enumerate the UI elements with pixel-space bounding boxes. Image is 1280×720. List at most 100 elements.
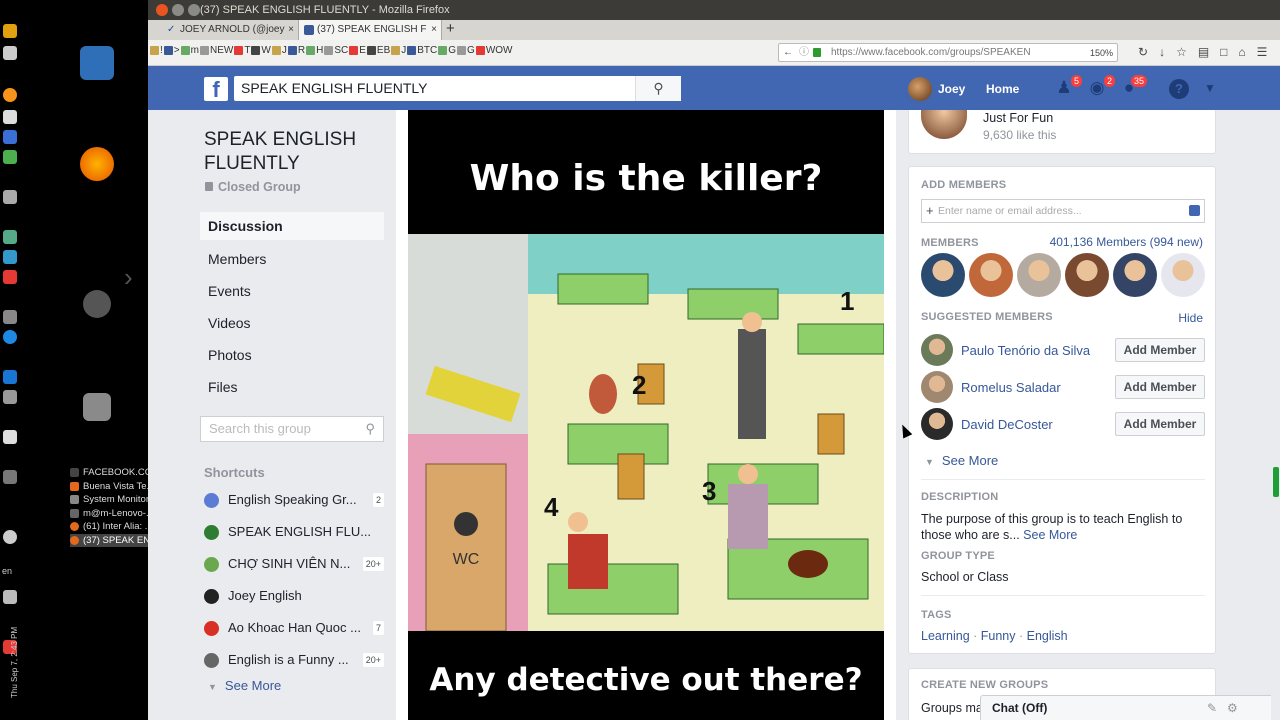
suggested-see-more[interactable]: ▼ See More [925,453,998,468]
tab-joey-arnold[interactable]: ✓ JOEY ARNOLD (@joey × [162,20,298,40]
bookmark-item[interactable]: W [251,45,271,56]
member-avatar[interactable] [969,253,1013,297]
facebook-logo-icon[interactable]: f [204,77,228,102]
info-icon[interactable]: ⓘ [799,44,809,61]
tag-link[interactable]: English [1027,629,1068,643]
wifi-icon[interactable] [3,530,17,544]
bookmark-item[interactable]: H [306,45,323,56]
scrollbar-thumb[interactable] [1273,467,1279,497]
shortcut-item[interactable]: English is a Funny ... 20+ [204,650,384,670]
menu-icon[interactable]: ☰ [1257,45,1268,59]
add-members-input[interactable]: + Enter name or email address... [921,199,1205,223]
search-icon[interactable]: ⚲ [365,417,375,441]
group-search-input[interactable]: Search this group ⚲ [200,416,384,442]
nav-discussion[interactable]: Discussion [200,212,384,240]
bookmark-item[interactable]: WOW [475,45,512,56]
nav-files[interactable]: Files [200,373,384,401]
reload-icon[interactable]: ↻ [1138,45,1148,59]
post-image[interactable]: Who is the killer? WC 1 2 3 4 Any detect… [408,110,884,720]
archive-icon[interactable] [83,393,111,421]
bookmark-item[interactable]: > [163,45,180,56]
friend-requests-icon[interactable]: ♟ 5 [1053,74,1083,98]
maximize-window-button[interactable] [188,4,200,16]
shortcut-item[interactable]: Ao Khoac Han Quoc ... 7 [204,618,384,638]
launcher-icon[interactable] [3,250,17,264]
bookmark-item[interactable]: E [349,45,366,56]
bookmark-item[interactable]: T [234,45,250,56]
suggested-member-name[interactable]: Romelus Saladar [961,380,1061,395]
help-icon[interactable]: ? [1169,79,1189,99]
chat-bar[interactable]: Chat (Off) ✎ ⚙ [980,695,1280,720]
page-scrollbar[interactable] [1271,110,1280,720]
launcher-icon[interactable] [3,330,17,344]
close-tab-icon[interactable]: × [288,20,294,40]
bookmark-item[interactable]: J [391,45,406,56]
members-count-link[interactable]: 401,136 Members (994 new) [1050,235,1203,249]
bookmark-item[interactable]: G [438,45,456,56]
close-window-button[interactable] [156,4,168,16]
add-member-button[interactable]: Add Member [1115,412,1205,436]
launcher-icon[interactable] [3,230,17,244]
launcher-icon[interactable] [3,190,17,204]
compose-icon[interactable]: ✎ [1207,696,1217,720]
page-avatar[interactable] [921,110,967,139]
launcher-icon[interactable] [3,46,17,60]
minimize-window-button[interactable] [172,4,184,16]
launcher-icon[interactable] [3,430,17,444]
language-indicator[interactable]: en [2,566,12,576]
bookmark-star-icon[interactable]: ☆ [1176,45,1187,59]
launcher-icon[interactable] [3,390,17,404]
home-icon[interactable]: ⌂ [1238,45,1245,59]
caret-down-icon[interactable]: ▼ [1204,81,1216,95]
bookmark-item[interactable]: EB [366,45,390,56]
suggested-member-name[interactable]: David DeCoster [961,417,1053,432]
bookmark-item[interactable]: m [180,45,199,56]
bookmark-item[interactable]: SC [324,45,348,56]
nav-videos[interactable]: Videos [200,309,384,337]
chevron-right-icon[interactable]: › [124,262,133,293]
tab-speak-english[interactable]: (37) SPEAK ENGLISH F × [298,20,442,40]
document-icon[interactable] [80,46,114,80]
member-avatar[interactable] [1113,253,1157,297]
home-link[interactable]: Home [986,82,1019,96]
shortcut-item[interactable]: CHỢ SINH VIÊN N... 20+ [204,554,384,574]
globe-icon[interactable]: ● 35 [1118,74,1148,98]
bookmark-item[interactable]: ! [150,45,163,56]
launcher-icon[interactable] [3,130,17,144]
bookmark-item[interactable]: J [271,45,287,56]
avatar[interactable] [921,371,953,403]
bookmark-item[interactable]: NEW [199,45,233,56]
tag-link[interactable]: Funny [981,629,1016,643]
shortcuts-see-more[interactable]: ▼ See More [208,678,281,693]
member-avatar[interactable] [1065,253,1109,297]
shortcut-item[interactable]: English Speaking Gr... 2 [204,490,384,510]
description-see-more-link[interactable]: See More [1023,528,1077,542]
close-tab-icon[interactable]: × [431,20,437,40]
launcher-icon[interactable] [3,270,17,284]
volume-icon[interactable] [3,590,17,604]
tag-link[interactable]: Learning [921,629,970,643]
nav-photos[interactable]: Photos [200,341,384,369]
add-member-button[interactable]: Add Member [1115,375,1205,399]
add-member-button[interactable]: Add Member [1115,338,1205,362]
launcher-icon[interactable] [3,470,17,484]
shortcut-item[interactable]: Joey English [204,586,384,606]
suggested-member-name[interactable]: Paulo Tenório da Silva [961,343,1090,358]
back-icon[interactable]: ← [783,44,793,61]
zoom-level[interactable]: 150% [1090,45,1113,61]
messenger-icon[interactable]: ◉ 2 [1086,74,1116,98]
page-name[interactable]: Just For Fun [983,111,1053,125]
facebook-search-input[interactable]: SPEAK ENGLISH FLUENTLY ⚲ [234,76,681,101]
bookmark-item[interactable]: G [457,45,475,56]
bookmark-item[interactable]: R [287,45,305,56]
member-avatar[interactable] [1017,253,1061,297]
pocket-icon[interactable]: □ [1220,45,1227,59]
ubuntu-icon[interactable] [83,290,111,318]
member-avatar[interactable] [921,253,965,297]
nav-members[interactable]: Members [200,245,384,273]
bitcoin-icon[interactable] [3,88,17,102]
avatar[interactable] [921,408,953,440]
launcher-icon[interactable] [3,24,17,38]
firefox-icon[interactable] [80,147,114,181]
download-icon[interactable]: ↓ [1159,45,1165,59]
